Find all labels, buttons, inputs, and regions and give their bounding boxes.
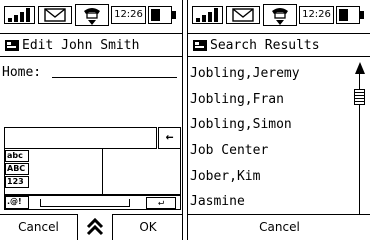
contact-card-icon — [193, 40, 207, 51]
mail-icon[interactable] — [226, 6, 260, 24]
list-item[interactable]: Jobling,Fran — [190, 92, 284, 108]
search-results-screen: 12:26 Search Results Jobling,Jeremy Jobl… — [187, 0, 370, 240]
page-title: Edit John Smith — [22, 38, 140, 53]
battery-tip — [172, 11, 176, 19]
scrollbar-thumb[interactable] — [354, 89, 365, 105]
battery-tip — [360, 11, 364, 19]
list-item[interactable]: Jasmine — [190, 194, 245, 210]
ok-button[interactable]: OK — [112, 214, 182, 240]
keyboard-panel[interactable] — [4, 149, 181, 195]
key-symbols[interactable]: .@! — [5, 196, 29, 209]
backspace-key[interactable]: ← — [158, 127, 181, 149]
title-bar: Search Results — [188, 33, 370, 57]
cancel-button[interactable]: Cancel — [0, 214, 78, 240]
status-bar: 12:26 — [188, 0, 370, 30]
scroll-up-arrow-icon[interactable] — [355, 62, 365, 74]
clock-time: 12:26 — [111, 6, 146, 24]
edit-contact-screen: 12:26 Edit John Smith Home: ← abc ABC 12… — [0, 0, 183, 240]
page-title: Search Results — [210, 38, 320, 53]
phone-icon[interactable] — [75, 4, 109, 26]
key-lowercase[interactable]: abc — [5, 150, 29, 162]
home-field-label: Home: — [2, 65, 42, 80]
cancel-button[interactable]: Cancel — [188, 214, 370, 240]
scroll-up-icon[interactable] — [80, 214, 110, 240]
keyboard-divider — [102, 149, 103, 195]
contact-card-icon — [5, 40, 19, 51]
list-item[interactable]: Job Center — [190, 143, 268, 159]
battery-icon — [148, 6, 172, 24]
key-numeric[interactable]: 123 — [5, 176, 29, 188]
signal-icon — [4, 6, 35, 24]
battery-icon — [336, 6, 360, 24]
mail-icon[interactable] — [38, 6, 72, 24]
enter-key[interactable]: ↵ — [146, 197, 176, 209]
signal-icon — [192, 6, 223, 24]
list-item[interactable]: Jobling,Simon — [190, 117, 292, 133]
phone-icon[interactable] — [263, 4, 297, 26]
key-uppercase[interactable]: ABC — [5, 163, 29, 175]
list-item[interactable]: Jober,Kim — [190, 169, 260, 185]
status-bar: 12:26 — [0, 0, 182, 30]
text-entry-box[interactable] — [4, 127, 157, 149]
clock-time: 12:26 — [299, 6, 334, 24]
space-key[interactable] — [40, 199, 130, 207]
list-item[interactable]: Jobling,Jeremy — [190, 66, 300, 82]
title-bar: Edit John Smith — [0, 33, 182, 57]
home-field-input[interactable] — [52, 77, 177, 78]
